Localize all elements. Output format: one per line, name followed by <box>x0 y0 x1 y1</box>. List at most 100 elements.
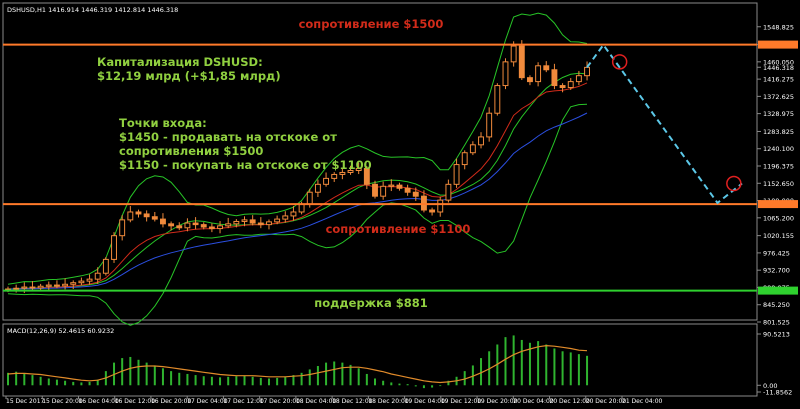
price-tick-label: 801.525 <box>763 319 790 327</box>
candle-body <box>469 144 476 154</box>
candle-body <box>445 183 452 201</box>
macd-histogram-bar <box>398 383 401 386</box>
candle-body <box>567 81 574 89</box>
macd-header: MACD(12,26,9) 52.4615 60.9232 <box>7 327 114 335</box>
time-tick-label: 15 Dec 20:00 <box>42 398 83 405</box>
macd-histogram-bar <box>545 344 548 386</box>
candle-body <box>241 219 248 222</box>
candle-body <box>298 203 305 213</box>
chart-canvas[interactable]: DSHUSD,H1 1416.914 1446.319 1412.814 144… <box>0 0 800 405</box>
time-tick-label: 20 Dec 12:00 <box>550 398 591 405</box>
candle-body <box>559 85 566 89</box>
macd-histogram-bar <box>390 382 393 386</box>
macd-histogram-bar <box>202 376 205 386</box>
candle-body <box>266 221 272 226</box>
candle-body <box>323 177 330 185</box>
candle-body <box>412 191 419 197</box>
candle-body <box>453 164 460 185</box>
price-tick-label: 1446.318 <box>763 64 794 72</box>
macd-histogram-bar <box>178 372 181 386</box>
candle-body <box>494 85 501 114</box>
candle-body <box>168 223 175 227</box>
candle-body <box>518 45 525 79</box>
candle-body <box>331 173 338 179</box>
candle-body <box>478 136 484 146</box>
candle-body <box>111 235 117 260</box>
macd-histogram-bar <box>137 359 140 386</box>
macd-histogram-bar <box>251 376 254 386</box>
candle-body <box>86 278 93 282</box>
candle-body <box>380 185 387 197</box>
macd-histogram-bar <box>194 375 197 386</box>
macd-histogram-bar <box>23 373 26 386</box>
macd-histogram-bar <box>284 376 287 386</box>
candle-body <box>575 75 582 83</box>
annotation-support: поддержка $881 <box>314 296 427 310</box>
symbol-header: DSHUSD,H1 1416.914 1446.319 1412.814 144… <box>7 6 178 14</box>
annotation-cap-line1: Капитализация DSHUSD: <box>97 55 263 69</box>
macd-histogram-bar <box>463 371 466 386</box>
macd-histogram-bar <box>553 348 556 386</box>
candle-body <box>184 222 191 229</box>
candle-body <box>29 286 36 289</box>
candle-body <box>257 222 264 226</box>
annotation-resistance-top: сопротивление $1500 <box>299 17 444 31</box>
macd-histogram-bar <box>341 362 344 386</box>
trading-chart[interactable]: DSHUSD,H1 1416.914 1446.319 1412.814 144… <box>0 0 800 405</box>
candle-body <box>70 282 77 285</box>
candle-body <box>200 224 207 228</box>
level-price-tag <box>758 200 798 209</box>
macd-histogram-bar <box>365 373 368 386</box>
macd-histogram-bar <box>64 380 67 386</box>
macd-histogram-bar <box>47 378 50 386</box>
candle-body <box>339 171 346 175</box>
candle-body <box>62 283 69 287</box>
candle-body <box>274 218 281 223</box>
candle-body <box>437 199 444 213</box>
time-tick-label: 18 Dec 04:00 <box>296 398 337 405</box>
time-tick-label: 17 Dec 20:00 <box>260 398 301 405</box>
time-tick-label: 15 Dec 2017 <box>6 398 45 405</box>
candle-body <box>37 285 44 289</box>
macd-histogram-bar <box>480 358 483 386</box>
macd-tick-label: 90.5213 <box>763 331 790 339</box>
candle-body <box>543 65 550 71</box>
candle-body <box>584 66 590 77</box>
candle-body <box>461 152 468 166</box>
annotation-cap-line2: $12,19 млрд (+$1,85 млрд) <box>97 69 281 83</box>
macd-histogram-bar <box>577 354 580 386</box>
candle-body <box>176 225 183 229</box>
time-tick-label: 20 Dec 20:00 <box>586 398 627 405</box>
candle-body <box>233 220 240 225</box>
time-tick-label: 18 Dec 20:00 <box>368 398 409 405</box>
macd-histogram-bar <box>259 377 262 386</box>
candle-body <box>388 184 395 187</box>
macd-histogram-bar <box>586 355 589 386</box>
candle-body <box>429 209 436 213</box>
macd-histogram-bar <box>537 341 540 386</box>
macd-histogram-bar <box>316 366 319 386</box>
candle-body <box>78 280 85 284</box>
candle-body <box>249 219 256 224</box>
price-tick-label: 1065.200 <box>763 214 794 222</box>
candle-body <box>13 287 20 290</box>
macd-histogram-bar <box>520 339 523 386</box>
price-tick-label: 1240.100 <box>763 145 794 153</box>
candle-body <box>102 258 109 274</box>
price-tick-label: 1548.825 <box>763 23 794 31</box>
time-tick-label: 20 Dec 04:00 <box>513 398 554 405</box>
time-tick-label: 19 Dec 04:00 <box>405 398 446 405</box>
macd-histogram-bar <box>80 382 83 386</box>
candle-body <box>396 184 403 189</box>
candle-body <box>290 211 297 217</box>
price-tick-label: 1283.825 <box>763 128 794 136</box>
price-tick-label: 932.700 <box>763 267 790 275</box>
level-price-tag <box>758 286 798 295</box>
time-tick-label: 19 Dec 20:00 <box>477 398 518 405</box>
time-tick-label: 17 Dec 12:00 <box>223 398 264 405</box>
candle-body <box>151 216 158 220</box>
candle-body <box>217 225 223 230</box>
candle-body <box>143 213 150 218</box>
price-tick-label: 1020.155 <box>763 232 794 240</box>
time-tick-label: 19 Dec 12:00 <box>441 398 482 405</box>
